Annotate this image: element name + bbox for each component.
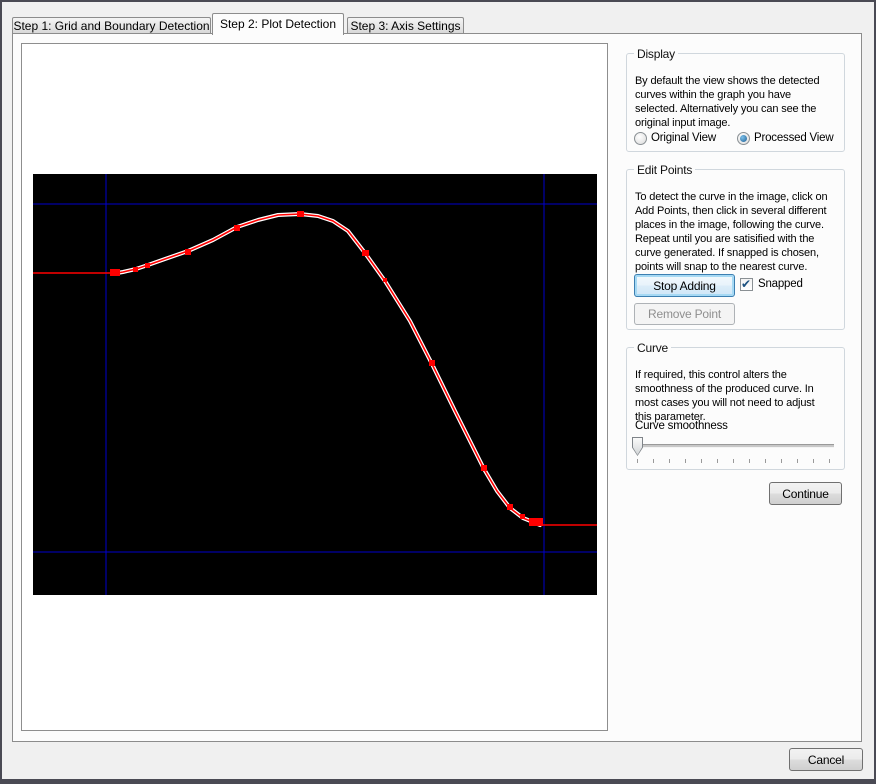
- slider-tick: [797, 459, 798, 463]
- slider-tick-marks: [637, 459, 833, 464]
- processed-view-radio[interactable]: Processed View: [737, 132, 842, 147]
- curve-smoothness-slider-thumb[interactable]: [632, 437, 643, 456]
- stop-adding-button[interactable]: Stop Adding: [634, 274, 735, 297]
- plot-detection-image[interactable]: [33, 174, 597, 595]
- window-border-left: [0, 0, 2, 784]
- cancel-button[interactable]: Cancel: [789, 748, 863, 771]
- dialog-window: Step 1: Grid and Boundary Detection Step…: [0, 0, 876, 784]
- tab-step3-axis-settings[interactable]: Step 3: Axis Settings: [347, 17, 464, 33]
- display-group-title: Display: [634, 47, 678, 61]
- radio-circle-icon: [737, 132, 750, 145]
- curve-group: Curve If required, this control alters t…: [626, 347, 845, 470]
- edit-points-group: Edit Points To detect the curve in the i…: [626, 169, 845, 330]
- slider-tick: [701, 459, 702, 463]
- window-border-bottom: [0, 779, 876, 784]
- slider-tick: [637, 459, 638, 463]
- slider-tick: [781, 459, 782, 463]
- edit-points-group-text: To detect the curve in the image, click …: [635, 190, 845, 274]
- display-group-text: By default the view shows the detected c…: [635, 74, 845, 130]
- edit-points-group-title: Edit Points: [634, 163, 695, 177]
- curve-smoothness-label: Curve smoothness: [635, 420, 728, 432]
- radio-circle-icon: [634, 132, 647, 145]
- slider-thumb-face: [633, 438, 642, 455]
- slider-tick: [717, 459, 718, 463]
- original-view-label: Original View: [651, 132, 716, 144]
- display-group: Display By default the view shows the de…: [626, 53, 845, 152]
- window-border-top: [0, 0, 876, 2]
- curve-smoothness-slider-track[interactable]: [635, 444, 834, 448]
- slider-tick: [749, 459, 750, 463]
- slider-tick: [829, 459, 830, 463]
- slider-tick: [733, 459, 734, 463]
- snapped-label: Snapped: [758, 278, 803, 290]
- tab-step2-plot-detection[interactable]: Step 2: Plot Detection: [212, 13, 344, 35]
- tab-step1-grid-boundary[interactable]: Step 1: Grid and Boundary Detection: [12, 17, 211, 33]
- original-view-radio[interactable]: Original View: [634, 132, 729, 147]
- snapped-checkbox[interactable]: Snapped: [740, 277, 830, 292]
- slider-tick: [653, 459, 654, 463]
- remove-point-button[interactable]: Remove Point: [634, 303, 735, 325]
- checkbox-icon: [740, 278, 753, 291]
- curve-group-title: Curve: [634, 341, 671, 355]
- slider-tick: [685, 459, 686, 463]
- slider-tick: [669, 459, 670, 463]
- continue-button[interactable]: Continue: [769, 482, 842, 505]
- curve-group-text: If required, this control alters the smo…: [635, 368, 845, 424]
- processed-view-label: Processed View: [754, 132, 833, 144]
- slider-tick: [765, 459, 766, 463]
- slider-tick: [813, 459, 814, 463]
